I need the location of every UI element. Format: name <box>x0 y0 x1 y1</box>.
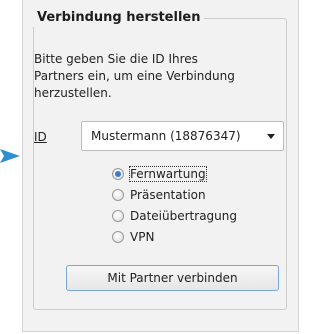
connection-description: Bitte geben Sie die ID Ihres Partners ei… <box>34 52 235 100</box>
radio-label: Dateiübertragung <box>130 209 237 223</box>
radio-button[interactable] <box>112 231 124 243</box>
partner-id-combobox[interactable]: Mustermann (18876347) <box>81 121 284 151</box>
radio-dateiuebertragung[interactable]: Dateiübertragung <box>112 207 237 225</box>
radio-label: Präsentation <box>130 188 206 202</box>
radio-button[interactable] <box>112 210 124 222</box>
group-title: Verbindung herstellen <box>33 9 205 27</box>
radio-label: VPN <box>130 230 155 244</box>
partner-id-value: Mustermann (18876347) <box>91 129 241 143</box>
radio-label: Fernwartung <box>129 166 207 182</box>
connect-to-partner-button[interactable]: Mit Partner verbinden <box>66 265 279 291</box>
pointer-arrow-icon <box>0 149 20 163</box>
radio-vpn[interactable]: VPN <box>112 228 154 246</box>
radio-fernwartung[interactable]: Fernwartung <box>112 165 207 183</box>
connection-panel: Verbindung herstellen Bitte geben Sie di… <box>22 0 299 332</box>
radio-praesentation[interactable]: Präsentation <box>112 186 206 204</box>
chevron-down-icon[interactable] <box>267 134 275 139</box>
radio-button-selected[interactable] <box>112 168 124 180</box>
radio-button[interactable] <box>112 189 124 201</box>
id-label: ID <box>34 130 47 144</box>
